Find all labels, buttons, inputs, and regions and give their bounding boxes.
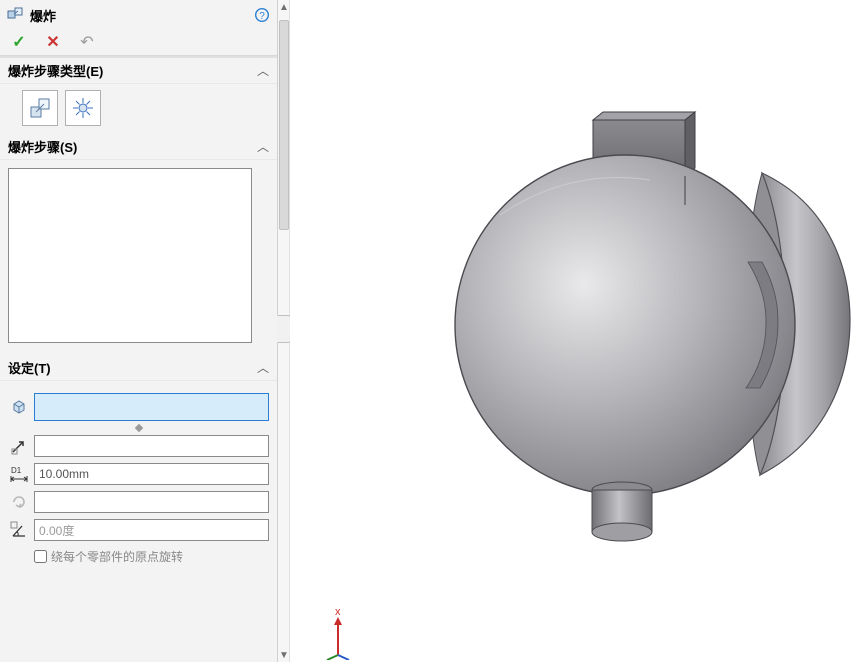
scroll-up-icon[interactable]: ▲ <box>278 0 290 14</box>
graphics-viewport[interactable]: x <box>290 0 857 662</box>
section-head-settings[interactable]: 设定(T) ︿ <box>0 355 277 381</box>
scroll-down-icon[interactable]: ▼ <box>278 648 290 662</box>
chevron-up-icon: ︿ <box>257 138 269 155</box>
rotate-about-origin-input[interactable] <box>34 550 47 563</box>
distance-field[interactable] <box>34 463 269 485</box>
angle-field[interactable] <box>34 519 269 541</box>
model-render <box>290 0 857 662</box>
chevron-up-icon: ︿ <box>257 62 269 79</box>
ok-button[interactable]: ✓ <box>6 31 32 53</box>
section-body-steps <box>0 160 277 355</box>
direction-arrow-icon <box>8 435 30 457</box>
component-selection-field[interactable] <box>34 393 269 421</box>
setting-row-angle <box>8 519 269 541</box>
explode-steps-list[interactable] <box>8 168 252 343</box>
panel-title-row: 爆炸 ? <box>0 0 277 28</box>
confirm-row: ✓ ✕ ↶ <box>0 28 277 56</box>
explode-feature-icon <box>6 6 24 24</box>
rotate-about-origin-checkbox[interactable]: 绕每个零部件的原点旋转 <box>30 547 269 566</box>
check-icon: ✓ <box>12 32 25 52</box>
property-panel: 爆炸 ? ✓ ✕ ↶ 爆炸步骤类型(E) ︿ <box>0 0 278 662</box>
section-head-steps[interactable]: 爆炸步骤(S) ︿ <box>0 134 277 160</box>
distance-icon: D1 <box>8 463 30 485</box>
svg-text:D1: D1 <box>11 466 22 475</box>
section-label: 爆炸步骤类型(E) <box>8 61 257 80</box>
section-body-settings: D1 <box>0 381 277 576</box>
section-body-step-type <box>0 84 277 134</box>
section-label: 设定(T) <box>8 358 257 377</box>
component-icon <box>8 396 30 418</box>
panel-title: 爆炸 <box>30 6 253 25</box>
help-icon[interactable]: ? <box>253 6 271 24</box>
section-head-step-type[interactable]: 爆炸步骤类型(E) ︿ <box>0 58 277 84</box>
app-root: 爆炸 ? ✓ ✕ ↶ 爆炸步骤类型(E) ︿ <box>0 0 857 662</box>
setting-row-rotation-ref <box>8 491 269 513</box>
panel-body: 爆炸步骤类型(E) ︿ <box>0 56 277 662</box>
x-icon: ✕ <box>46 32 59 52</box>
setting-row-distance: D1 <box>8 463 269 485</box>
panel-splitter-tab[interactable] <box>277 315 291 343</box>
setting-row-component <box>8 393 269 421</box>
rotation-ref-icon <box>8 491 30 513</box>
angle-icon <box>8 519 30 541</box>
explode-type-linear-button[interactable] <box>22 90 58 126</box>
panel-scrollbar[interactable]: ▲ ▼ <box>278 0 290 662</box>
drag-handle[interactable] <box>8 425 269 429</box>
undo-icon: ↶ <box>80 32 93 52</box>
section-label: 爆炸步骤(S) <box>8 137 257 156</box>
setting-row-direction <box>8 435 269 457</box>
cancel-button[interactable]: ✕ <box>40 31 66 53</box>
undo-button[interactable]: ↶ <box>74 31 100 53</box>
direction-field[interactable] <box>34 435 269 457</box>
explode-type-radial-button[interactable] <box>65 90 101 126</box>
svg-text:?: ? <box>259 11 265 22</box>
chevron-up-icon: ︿ <box>257 359 269 376</box>
scroll-thumb[interactable] <box>279 20 289 230</box>
rotation-ref-field[interactable] <box>34 491 269 513</box>
rotate-about-origin-label: 绕每个零部件的原点旋转 <box>51 548 183 565</box>
